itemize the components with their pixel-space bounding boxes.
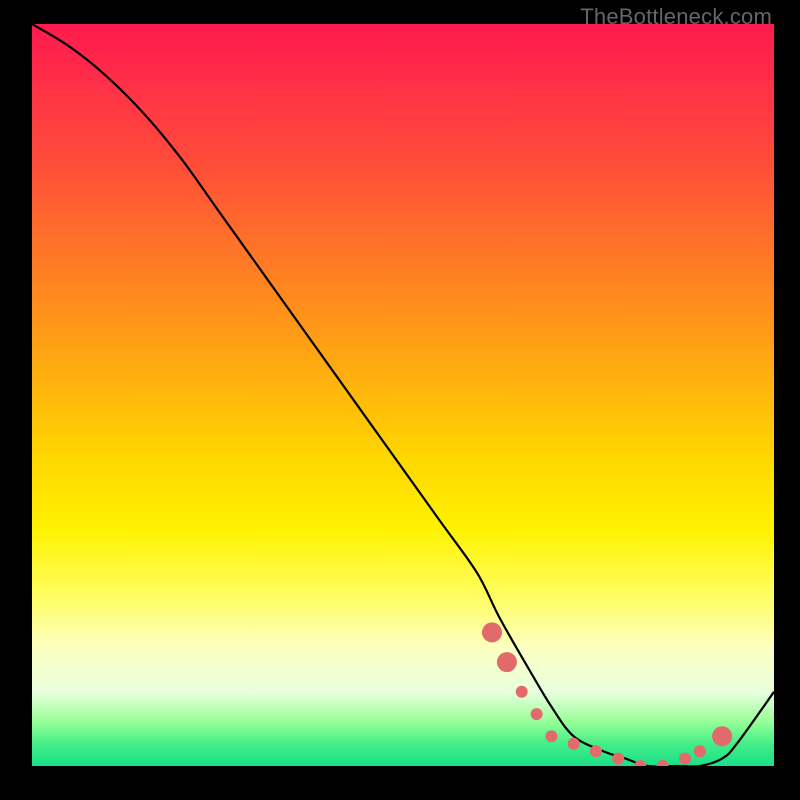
data-marker	[497, 652, 517, 672]
curve-layer	[32, 24, 774, 766]
data-marker	[516, 686, 528, 698]
data-marker	[568, 738, 580, 750]
data-marker	[612, 753, 624, 765]
bottleneck-curve	[32, 24, 774, 766]
data-marker	[634, 760, 646, 766]
data-marker	[657, 760, 669, 766]
data-marker	[679, 753, 691, 765]
chart-svg	[32, 24, 774, 766]
marker-layer	[482, 622, 732, 766]
data-marker	[694, 745, 706, 757]
data-marker	[531, 708, 543, 720]
data-marker	[482, 622, 502, 642]
data-marker	[590, 745, 602, 757]
chart-container: TheBottleneck.com	[0, 0, 800, 800]
data-marker	[545, 730, 557, 742]
plot-area	[32, 24, 774, 766]
data-marker	[712, 726, 732, 746]
